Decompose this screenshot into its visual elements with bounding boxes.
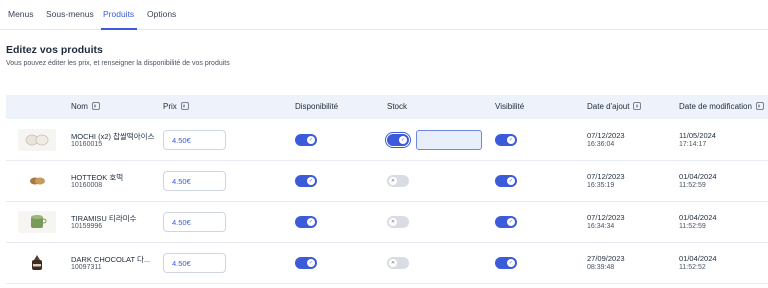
table-row: TIRAMISU 티라미수 10159996 4.50€ ✓ ✕ ✓ 07/12…: [6, 202, 768, 243]
hotteok-image-icon: [30, 177, 45, 185]
check-icon: ✓: [307, 218, 315, 226]
added-time: 16:36:04: [587, 141, 615, 148]
added-date: 07/12/2023: [587, 213, 625, 222]
table-row: HOTTEOK 호떡 10160008 4.50€ ✓ ✕ ✓ 07/12/20…: [6, 161, 768, 202]
added-date: 27/09/2023: [587, 254, 625, 263]
x-icon: ✕: [389, 218, 397, 226]
table-row: MOCHI (x2) 찹쌀떡아이스 10160015 4.50€ ✓ ✓ ✓ 0…: [6, 120, 768, 161]
check-icon: ✓: [307, 259, 315, 267]
stock-toggle[interactable]: ✕: [387, 257, 409, 269]
column-header-disponibilite: Disponibilité: [295, 102, 339, 111]
modified-time: 11:52:52: [679, 264, 706, 271]
mochi-image-icon: [25, 134, 49, 146]
added-time: 08:39:48: [587, 264, 615, 271]
sort-icon[interactable]: [180, 102, 189, 110]
tab-produits[interactable]: Produits: [103, 9, 134, 19]
table-header: Nom Prix Disponibilité Stock Visibilité …: [6, 95, 768, 119]
check-icon: ✓: [507, 177, 515, 185]
visibility-toggle[interactable]: ✓: [495, 257, 517, 269]
column-label: Date d'ajout: [587, 102, 630, 111]
tab-bar: Menus Sous-menus Produits Options: [0, 0, 768, 30]
visibility-toggle[interactable]: ✓: [495, 175, 517, 187]
price-input[interactable]: 4.50€: [163, 171, 226, 191]
check-icon: ✓: [399, 136, 407, 144]
column-header-date-modification[interactable]: Date de modification: [679, 102, 764, 111]
x-icon: ✕: [389, 177, 397, 185]
modified-date: 11/05/2024: [679, 131, 716, 140]
check-icon: ✓: [507, 136, 515, 144]
added-time: 16:35:19: [587, 182, 615, 189]
tiramisu-image-icon: [31, 215, 47, 228]
visibility-toggle[interactable]: ✓: [495, 216, 517, 228]
column-label: Prix: [163, 102, 177, 111]
stock-quantity-input[interactable]: [416, 130, 482, 150]
visibility-toggle[interactable]: ✓: [495, 134, 517, 146]
check-icon: ✓: [507, 259, 515, 267]
product-image-tiramisu: [18, 211, 56, 233]
column-label: Date de modification: [679, 102, 752, 111]
price-input[interactable]: 4.50€: [163, 253, 226, 273]
product-code: 10160008: [71, 182, 103, 189]
sort-icon[interactable]: [91, 102, 100, 110]
product-image-mochi: [18, 129, 56, 151]
column-header-nom[interactable]: Nom: [71, 102, 100, 111]
active-tab-indicator: [101, 28, 137, 30]
check-icon: ✓: [507, 218, 515, 226]
page-title: Editez vos produits: [6, 44, 103, 56]
x-icon: ✕: [389, 259, 397, 267]
availability-toggle[interactable]: ✓: [295, 257, 317, 269]
product-image-hotteok: [18, 170, 56, 192]
column-header-visibilite: Visibilité: [495, 102, 525, 111]
column-header-date-ajout[interactable]: Date d'ajout: [587, 102, 642, 111]
stock-toggle[interactable]: ✓: [385, 132, 411, 148]
product-image-dark-chocolat: [18, 252, 56, 274]
modified-date: 01/04/2024: [679, 172, 717, 181]
column-header-stock: Stock: [387, 102, 408, 111]
added-date: 07/12/2023: [587, 172, 625, 181]
added-time: 16:34:34: [587, 223, 615, 230]
page-subtitle: Vous pouvez éditer les prix, et renseign…: [6, 60, 230, 67]
stock-toggle[interactable]: ✕: [387, 175, 409, 187]
availability-toggle[interactable]: ✓: [295, 134, 317, 146]
tab-sous-menus[interactable]: Sous-menus: [46, 9, 94, 19]
modified-time: 11:52:59: [679, 223, 706, 230]
tab-options[interactable]: Options: [147, 9, 176, 19]
modified-time: 17:14:17: [679, 141, 707, 148]
stock-toggle[interactable]: ✕: [387, 216, 409, 228]
table-row: DARK CHOCOLAT 다... 10097311 4.50€ ✓ ✕ ✓ …: [6, 243, 768, 284]
column-label: Nom: [71, 102, 88, 111]
availability-toggle[interactable]: ✓: [295, 175, 317, 187]
product-code: 10160015: [71, 141, 103, 148]
product-code: 10159996: [71, 223, 103, 230]
check-icon: ✓: [307, 136, 315, 144]
tab-menus[interactable]: Menus: [8, 9, 34, 19]
dark-chocolat-image-icon: [32, 255, 42, 270]
added-date: 07/12/2023: [587, 131, 625, 140]
sort-icon[interactable]: [633, 102, 642, 110]
modified-date: 01/04/2024: [679, 213, 717, 222]
price-input[interactable]: 4.50€: [163, 212, 226, 232]
availability-toggle[interactable]: ✓: [295, 216, 317, 228]
check-icon: ✓: [307, 177, 315, 185]
product-code: 10097311: [71, 264, 102, 271]
price-input[interactable]: 4.50€: [163, 130, 226, 150]
column-header-prix[interactable]: Prix: [163, 102, 189, 111]
sort-icon[interactable]: [755, 102, 764, 110]
modified-time: 11:52:59: [679, 182, 706, 189]
modified-date: 01/04/2024: [679, 254, 717, 263]
